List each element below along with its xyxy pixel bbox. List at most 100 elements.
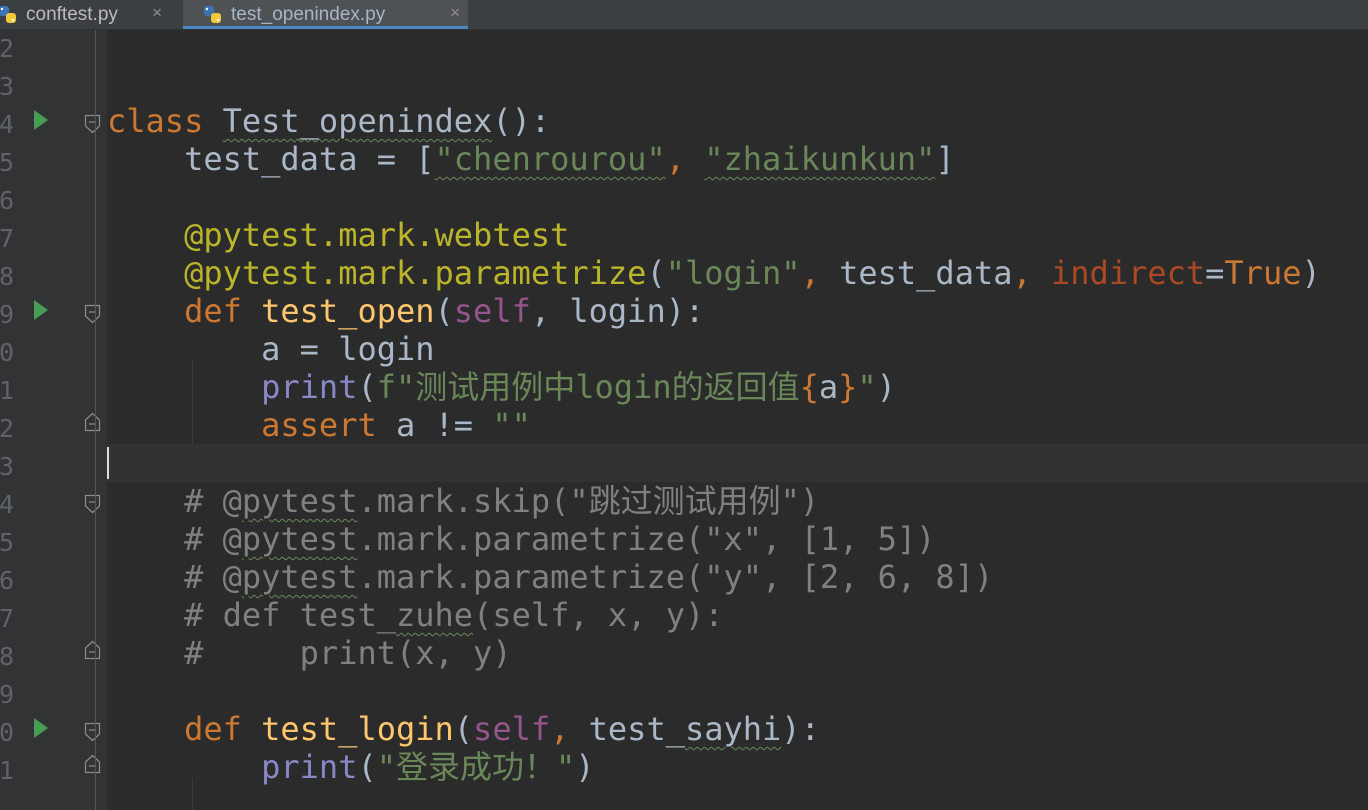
code-line[interactable]: # print(x, y) bbox=[107, 634, 512, 672]
code-line[interactable]: # @pytest.mark.skip("跳过测试用例") bbox=[107, 482, 819, 520]
editor-gutter: 2 3 4 5 6 7 8 9 0 1 2 3 4 5 6 7 8 9 0 1 bbox=[0, 30, 107, 810]
identifier: test_ bbox=[588, 710, 685, 748]
code-line[interactable]: def test_login(self, test_sayhi): bbox=[107, 710, 820, 748]
fold-collapse-icon[interactable] bbox=[84, 304, 101, 324]
fold-collapse-icon[interactable] bbox=[84, 114, 101, 134]
statement: a = login bbox=[261, 330, 435, 368]
string-literal: "login" bbox=[665, 254, 801, 292]
fold-collapse-icon[interactable] bbox=[84, 722, 101, 742]
run-test-icon[interactable] bbox=[33, 109, 49, 131]
close-tab-icon[interactable]: × bbox=[152, 3, 162, 23]
line-number[interactable]: 7 bbox=[0, 600, 14, 638]
line-number[interactable]: 1 bbox=[0, 752, 14, 790]
line-number[interactable]: 5 bbox=[0, 524, 14, 562]
comment: pytest bbox=[241, 558, 358, 596]
code-line[interactable]: test_data = ["chenrourou", "zhaikunkun"] bbox=[107, 140, 955, 178]
line-number[interactable]: 9 bbox=[0, 296, 14, 334]
punctuation: ): bbox=[781, 710, 820, 748]
line-number[interactable]: 2 bbox=[0, 410, 14, 448]
punctuation: [ bbox=[415, 140, 435, 178]
punctuation: ) bbox=[575, 748, 595, 786]
self-keyword: self bbox=[453, 292, 531, 330]
comment: # @ bbox=[184, 558, 242, 596]
python-file-icon bbox=[203, 5, 223, 25]
code-line[interactable]: @pytest.mark.webtest bbox=[107, 216, 569, 254]
identifier: a bbox=[818, 368, 839, 406]
comment: # @ bbox=[184, 520, 242, 558]
fold-collapse-icon[interactable] bbox=[84, 494, 101, 514]
self-keyword: self bbox=[473, 710, 551, 748]
line-number[interactable]: 2 bbox=[0, 30, 14, 68]
code-line[interactable]: class Test_openindex(): bbox=[107, 102, 550, 140]
gutter-separator bbox=[95, 30, 96, 810]
string-literal: "zhaikunkun" bbox=[704, 140, 936, 178]
keyword: assert bbox=[261, 406, 377, 444]
decorator: @pytest.mark.parametrize bbox=[184, 254, 647, 292]
builtin-function: print bbox=[261, 748, 358, 786]
fold-end-icon[interactable] bbox=[84, 754, 101, 774]
code-line[interactable]: print(f"测试用例中login的返回值{a}") bbox=[107, 368, 896, 406]
function-name: test_open bbox=[261, 292, 435, 330]
identifier: test_data bbox=[184, 140, 358, 178]
decorator: @pytest.mark.webtest bbox=[184, 216, 570, 254]
editor-tab-bar: conftest.py × test_openindex.py × bbox=[0, 0, 1368, 30]
comment: pytest bbox=[241, 520, 358, 558]
comment: # print(x, y) bbox=[184, 634, 512, 672]
tab-conftest[interactable]: conftest.py × bbox=[0, 0, 170, 29]
keyword: True bbox=[1224, 254, 1302, 292]
punctuation: ( bbox=[357, 748, 377, 786]
code-line[interactable]: # def test_zuhe(self, x, y): bbox=[107, 596, 723, 634]
punctuation: ) bbox=[1301, 254, 1321, 292]
close-tab-icon[interactable]: × bbox=[450, 3, 460, 23]
class-name: Test_openindex bbox=[222, 102, 493, 140]
line-number[interactable]: 9 bbox=[0, 676, 14, 714]
code-line[interactable]: a = login bbox=[107, 330, 435, 368]
code-line[interactable]: def test_open(self, login): bbox=[107, 292, 704, 330]
line-number[interactable]: 6 bbox=[0, 562, 14, 600]
run-test-icon[interactable] bbox=[33, 299, 49, 321]
tab-test-openindex[interactable]: test_openindex.py × bbox=[183, 0, 468, 29]
comment: .mark.skip("跳过测试用例") bbox=[357, 482, 820, 520]
code-line[interactable]: assert a != "" bbox=[107, 406, 531, 444]
punctuation: ( bbox=[434, 292, 454, 330]
line-number[interactable]: 8 bbox=[0, 638, 14, 676]
run-test-icon[interactable] bbox=[33, 717, 49, 739]
builtin-function: print bbox=[261, 368, 358, 406]
line-number[interactable]: 4 bbox=[0, 106, 14, 144]
text-caret bbox=[107, 447, 109, 479]
line-number[interactable]: 0 bbox=[0, 714, 14, 752]
code-line[interactable]: # @pytest.mark.parametrize("x", [1, 5]) bbox=[107, 520, 935, 558]
line-number[interactable]: 7 bbox=[0, 220, 14, 258]
line-number[interactable]: 3 bbox=[0, 68, 14, 106]
code-line[interactable]: # @pytest.mark.parametrize("y", [2, 6, 8… bbox=[107, 558, 993, 596]
line-number[interactable]: 0 bbox=[0, 334, 14, 372]
operator: = bbox=[357, 140, 416, 178]
string-literal: " bbox=[857, 368, 877, 406]
string-literal: f"测试用例中login的返回值 bbox=[376, 368, 800, 406]
code-editor[interactable]: class Test_openindex(): test_data = ["ch… bbox=[107, 30, 1368, 810]
fold-end-icon[interactable] bbox=[84, 412, 101, 432]
keyword-argument: indirect bbox=[1051, 254, 1206, 292]
code-line[interactable]: @pytest.mark.parametrize("login", test_d… bbox=[107, 254, 1321, 292]
keyword: def bbox=[184, 710, 242, 748]
line-number[interactable]: 8 bbox=[0, 258, 14, 296]
code-line[interactable]: print("登录成功！") bbox=[107, 748, 595, 786]
punctuation: , bbox=[665, 140, 705, 178]
comment: zuhe bbox=[395, 596, 474, 634]
punctuation: ( bbox=[646, 254, 666, 292]
punctuation: } bbox=[838, 368, 858, 406]
identifier: sayhi bbox=[684, 710, 782, 748]
punctuation: (): bbox=[492, 102, 551, 140]
line-number[interactable]: 1 bbox=[0, 372, 14, 410]
keyword: def bbox=[184, 292, 242, 330]
fold-end-icon[interactable] bbox=[84, 640, 101, 660]
line-number[interactable]: 6 bbox=[0, 182, 14, 220]
line-number[interactable]: 4 bbox=[0, 486, 14, 524]
line-number[interactable]: 5 bbox=[0, 144, 14, 182]
comment: .mark.parametrize("y", [2, 6, 8]) bbox=[357, 558, 994, 596]
keyword: class bbox=[107, 102, 204, 140]
line-number[interactable]: 3 bbox=[0, 448, 14, 486]
python-file-icon bbox=[0, 5, 18, 25]
punctuation: ] bbox=[935, 140, 955, 178]
comment: # def test_ bbox=[184, 596, 396, 634]
